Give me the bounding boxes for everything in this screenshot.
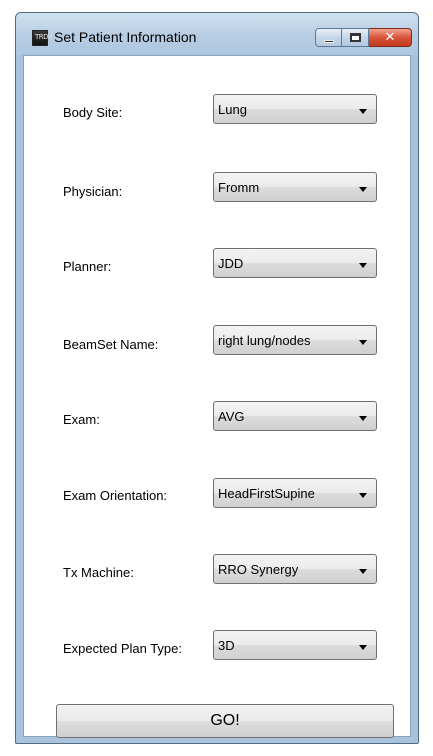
close-icon: ✕ xyxy=(384,30,396,45)
chevron-down-icon xyxy=(359,569,367,574)
chevron-down-icon xyxy=(359,340,367,345)
close-button[interactable]: ✕ xyxy=(369,28,412,47)
beamset-name-label: BeamSet Name: xyxy=(63,337,159,352)
body-site-combobox[interactable]: Lung xyxy=(213,94,377,124)
chevron-down-icon xyxy=(359,493,367,498)
app-icon: TRDV xyxy=(32,30,53,46)
planner-combobox[interactable]: JDD xyxy=(213,248,377,278)
chevron-down-icon xyxy=(359,416,367,421)
exam-combobox[interactable]: AVG xyxy=(213,401,377,431)
planner-value: JDD xyxy=(218,256,244,271)
tx-machine-label: Tx Machine: xyxy=(63,565,134,580)
title-bar[interactable]: TRDV Set Patient Information ✕ xyxy=(16,13,418,55)
exam-orientation-label: Exam Orientation: xyxy=(63,488,168,503)
exam-value: AVG xyxy=(218,409,245,424)
minimize-icon xyxy=(324,40,334,43)
exam-orientation-combobox[interactable]: HeadFirstSupine xyxy=(213,478,377,508)
physician-value: Fromm xyxy=(218,180,260,195)
exam-orientation-value: HeadFirstSupine xyxy=(218,486,315,501)
chevron-down-icon xyxy=(359,109,367,114)
expected-plan-type-label: Expected Plan Type: xyxy=(63,641,183,656)
maximize-icon xyxy=(350,33,361,42)
body-site-value: Lung xyxy=(218,102,247,117)
expected-plan-type-value: 3D xyxy=(218,638,235,653)
window-title: Set Patient Information xyxy=(54,29,197,45)
dialog-window: TRDV Set Patient Information ✕ Body Site… xyxy=(15,12,419,744)
maximize-button[interactable] xyxy=(342,28,369,47)
go-button[interactable]: GO! xyxy=(56,704,394,738)
physician-combobox[interactable]: Fromm xyxy=(213,172,377,202)
physician-label: Physician: xyxy=(63,184,123,199)
tx-machine-combobox[interactable]: RRO Synergy xyxy=(213,554,377,584)
exam-label: Exam: xyxy=(63,412,100,427)
form-area: Body Site: Lung Physician: Fromm Planner… xyxy=(23,55,411,738)
beamset-name-value: right lung/nodes xyxy=(218,333,311,348)
tx-machine-value: RRO Synergy xyxy=(218,562,299,577)
beamset-name-combobox[interactable]: right lung/nodes xyxy=(213,325,377,355)
chevron-down-icon xyxy=(359,187,367,192)
planner-label: Planner: xyxy=(63,259,112,274)
chevron-down-icon xyxy=(359,645,367,650)
body-site-label: Body Site: xyxy=(63,105,123,120)
chevron-down-icon xyxy=(359,263,367,268)
caption-buttons: ✕ xyxy=(315,28,412,49)
expected-plan-type-combobox[interactable]: 3D xyxy=(213,630,377,660)
minimize-button[interactable] xyxy=(315,28,342,47)
